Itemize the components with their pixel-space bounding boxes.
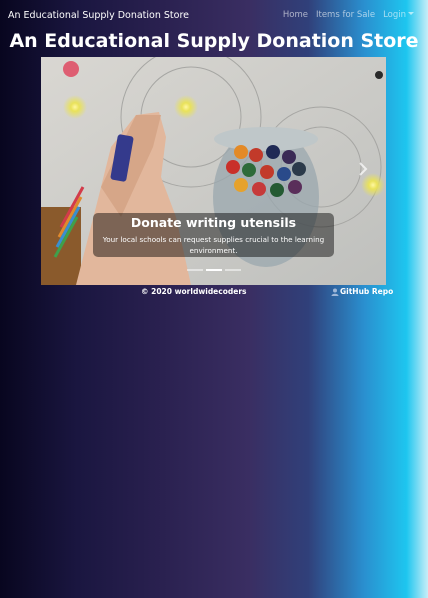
caption-title: Donate writing utensils bbox=[130, 215, 297, 230]
carousel-caption: Donate writing utensils Your local schoo… bbox=[93, 213, 334, 257]
navbar-brand[interactable]: An Educational Supply Donation Store bbox=[8, 10, 189, 21]
chevron-down-icon bbox=[408, 12, 414, 15]
carousel-indicator[interactable] bbox=[186, 269, 203, 271]
github-repo-label: GitHub Repo bbox=[340, 287, 394, 296]
nav-link-home[interactable]: Home bbox=[283, 10, 308, 20]
carousel: Donate writing utensils Your local schoo… bbox=[41, 57, 386, 285]
chevron-right-icon[interactable] bbox=[358, 161, 368, 177]
nav-link-items-for-sale[interactable]: Items for Sale bbox=[316, 10, 375, 20]
carousel-indicator[interactable] bbox=[205, 269, 222, 271]
page-title: An Educational Supply Donation Store bbox=[9, 30, 419, 52]
github-repo-link[interactable]: GitHub Repo bbox=[331, 287, 393, 296]
caption-text: Your local schools can request supplies … bbox=[102, 235, 325, 255]
navbar: An Educational Supply Donation Store Hom… bbox=[0, 0, 428, 30]
user-icon bbox=[331, 288, 339, 296]
nav-links: Home Items for Sale Login bbox=[283, 10, 414, 20]
nav-dropdown-login[interactable]: Login bbox=[383, 10, 414, 20]
carousel-indicator[interactable] bbox=[224, 269, 241, 271]
login-label: Login bbox=[383, 10, 406, 20]
carousel-indicators bbox=[41, 269, 386, 271]
footer-copyright: © 2020 worldwidecoders bbox=[141, 287, 247, 296]
